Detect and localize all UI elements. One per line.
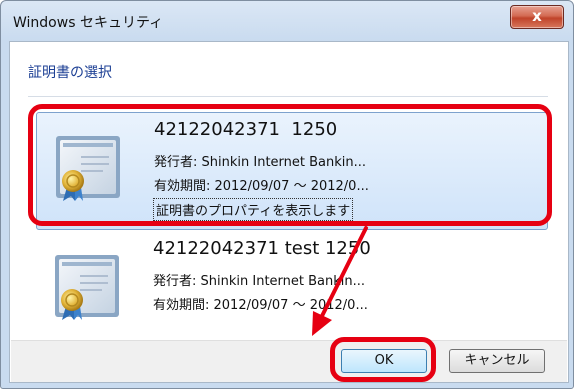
certificate-item[interactable]: 42122042371 test 1250 発行者: Shinkin Inter… [36, 232, 558, 348]
button-bar: OK キャンセル [11, 340, 567, 382]
view-certificate-properties-link[interactable]: 証明書のプロパティを表示します [153, 198, 354, 221]
certificate-validity: 有効期間: 2012/09/07 ～ 2012/0... [154, 179, 369, 194]
dialog-heading: 証明書の選択 [28, 65, 112, 81]
certificate-title: 42122042371 test 1250 [153, 238, 371, 259]
cancel-button[interactable]: キャンセル [449, 349, 545, 373]
certificate-validity: 有効期間: 2012/09/07 ～ 2012/0... [153, 298, 368, 313]
window-title: Windows セキュリティ [13, 15, 164, 31]
divider [28, 96, 548, 97]
certificate-icon [55, 255, 119, 320]
dialog-content: 証明書の選択 42122042371 1250 発行者: Shinkin Int… [9, 41, 569, 383]
title-bar: Windows セキュリティ x [1, 1, 574, 39]
close-button[interactable]: x [510, 5, 564, 29]
ok-button[interactable]: OK [341, 349, 427, 373]
close-icon: x [532, 7, 542, 25]
certificate-title: 42122042371 1250 [154, 119, 338, 140]
dialog-window: Windows セキュリティ x 証明書の選択 42122042371 1250… [0, 0, 574, 389]
certificate-item-selected[interactable]: 42122042371 1250 発行者: Shinkin Internet B… [36, 112, 548, 230]
certificate-icon [56, 136, 120, 201]
certificate-issuer: 発行者: Shinkin Internet Bankin... [153, 274, 366, 289]
certificate-issuer: 発行者: Shinkin Internet Bankin... [154, 155, 367, 170]
